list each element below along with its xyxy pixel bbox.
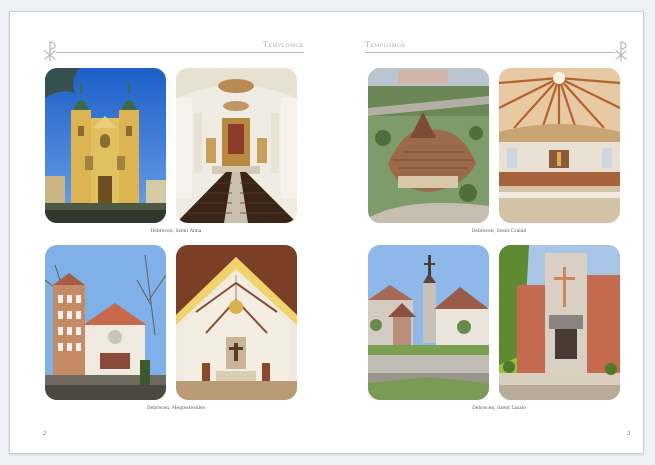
running-header: Templomok	[42, 40, 304, 62]
photo-megtestesules-interior	[176, 245, 297, 400]
photo-caption: Debrecen, Megtestesülés	[147, 406, 205, 411]
photo-caption: Debrecen, Szent Család	[471, 229, 527, 234]
header-rule	[56, 52, 304, 53]
photo-megtestesules-exterior	[45, 245, 166, 400]
header-title: Templomok	[365, 41, 406, 49]
chi-rho-icon	[615, 41, 627, 62]
page-number: 2	[43, 431, 47, 437]
photo-caption: Debrecen, Szent László	[472, 406, 526, 411]
book-spread: Templomok Debrecen, Szent Anna Debrecen,…	[9, 11, 644, 454]
photo-szent-csalad-exterior	[368, 68, 489, 223]
photo-caption: Debrecen, Szent Anna	[150, 229, 202, 234]
header-rule	[365, 52, 615, 53]
left-page: Templomok Debrecen, Szent Anna Debrecen,…	[10, 12, 326, 453]
right-page: Templomok Debrecen, Szent Család Debrece…	[327, 12, 643, 453]
header-title: Templomok	[263, 41, 304, 49]
chi-rho-icon	[44, 41, 56, 62]
photo-szent-laszlo-street	[368, 245, 489, 400]
photo-szent-anna-exterior	[45, 68, 166, 223]
page-number: 3	[627, 431, 631, 437]
photo-szent-csalad-interior	[499, 68, 620, 223]
photo-szent-anna-interior	[176, 68, 297, 223]
photo-szent-laszlo-facade	[499, 245, 620, 400]
running-header: Templomok	[365, 40, 629, 62]
